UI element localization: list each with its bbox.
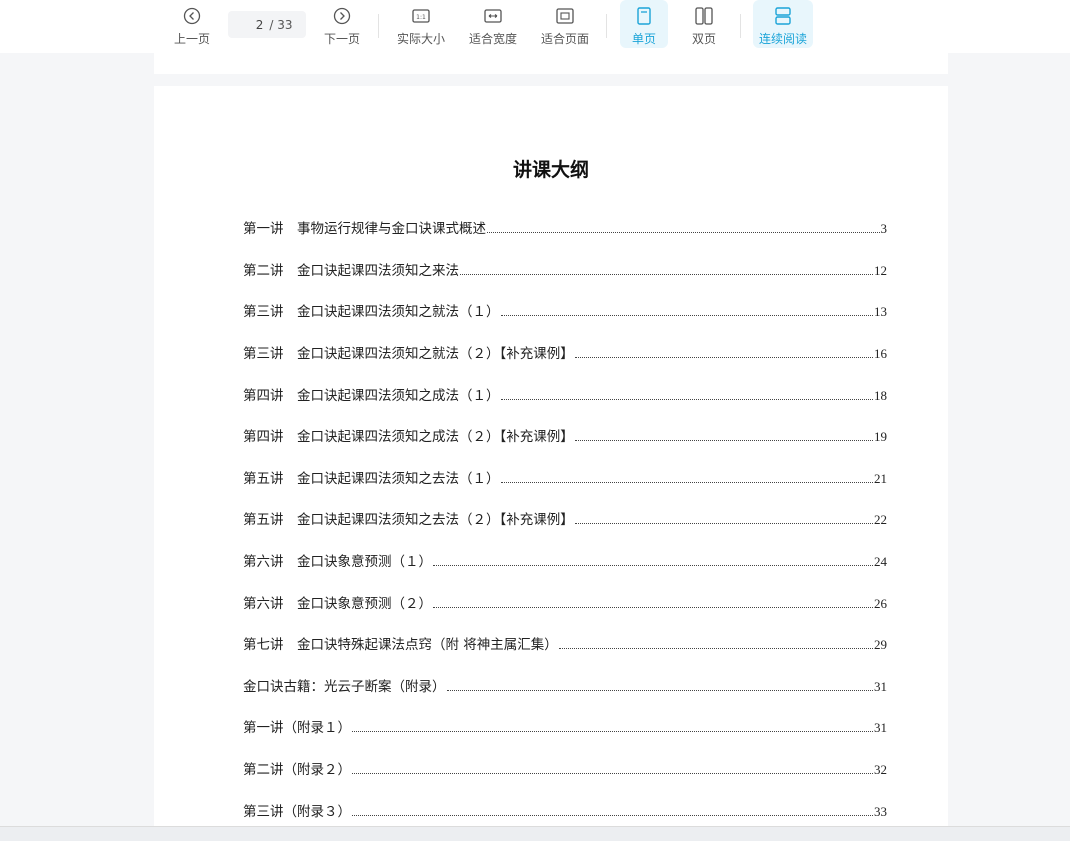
double-page-label: 双页 xyxy=(691,32,716,46)
page-number-box: / 33 xyxy=(228,11,306,38)
total-pages: / 33 xyxy=(269,17,293,32)
toc-dot-leader xyxy=(574,522,873,524)
fit-width-icon xyxy=(483,6,503,26)
toc-dot-leader xyxy=(487,231,880,233)
chevron-left-circle-icon xyxy=(182,6,202,26)
prev-page-label: 上一页 xyxy=(173,32,210,46)
toc-entry-label: 第六讲 金口诀象意预测（１） xyxy=(243,554,432,570)
toc-entry-page-number: 3 xyxy=(880,221,888,236)
double-page-icon xyxy=(694,6,714,26)
toc-dot-leader xyxy=(574,356,873,358)
toc-dot-leader xyxy=(574,439,873,441)
toc-dot-leader xyxy=(558,647,873,649)
bottom-scroll-area[interactable] xyxy=(0,826,1070,841)
reader-toolbar: 上一页 / 33 下一页 1:1 实际大小 适合宽度 适合页面 单页 xyxy=(0,0,1070,53)
toc-entry-page-number: 31 xyxy=(874,720,887,735)
toc-entry-label: 第七讲 金口诀特殊起课法点窍（附 将神主属汇集） xyxy=(243,637,558,653)
actual-size-icon: 1:1 xyxy=(411,6,431,26)
toc-entry[interactable]: 第三讲 金口诀起课四法须知之就法（１） 13 xyxy=(243,302,887,320)
actual-size-label: 实际大小 xyxy=(396,32,445,46)
page-title: 讲课大纲 xyxy=(512,159,589,181)
toc-entry-page-number: 24 xyxy=(874,554,887,569)
toc-entry[interactable]: 第七讲 金口诀特殊起课法点窍（附 将神主属汇集） 29 xyxy=(243,635,887,653)
toc-entry-page-number: 19 xyxy=(874,429,887,444)
toc-entry[interactable]: 第三讲 金口诀起课四法须知之就法（２）【补充课例】 16 xyxy=(243,344,887,362)
toc-entry-label: 第四讲 金口诀起课四法须知之成法（２）【补充课例】 xyxy=(243,429,574,445)
continuous-reading-label: 连续阅读 xyxy=(758,32,807,46)
toc-entry-label: 金口诀古籍：光云子断案（附录） xyxy=(243,679,446,695)
toc-entry[interactable]: 金口诀古籍：光云子断案（附录） 31 xyxy=(243,677,887,695)
toolbar-divider xyxy=(740,14,741,38)
toc-entry-label: 第六讲 金口诀象意预测（２） xyxy=(243,596,432,612)
next-page-button[interactable]: 下一页 xyxy=(322,0,362,48)
toc-dot-leader xyxy=(500,481,873,483)
toc-entry-label: 第三讲 金口诀起课四法须知之就法（１） xyxy=(243,304,500,320)
toc-entry-label: 第三讲（附录３） xyxy=(243,804,351,820)
toc-entry-page-number: 22 xyxy=(874,512,887,527)
fit-page-icon xyxy=(555,6,575,26)
current-page-input[interactable] xyxy=(241,17,264,32)
toc-entry[interactable]: 第六讲 金口诀象意预测（２） 26 xyxy=(243,594,887,612)
toc-entry-page-number: 32 xyxy=(874,762,887,777)
svg-text:1:1: 1:1 xyxy=(416,14,426,21)
single-page-button[interactable]: 单页 xyxy=(620,0,668,48)
toc-dot-leader xyxy=(446,689,873,691)
actual-size-button[interactable]: 1:1 实际大小 xyxy=(395,0,447,48)
double-page-button[interactable]: 双页 xyxy=(682,0,726,48)
toc-entry-page-number: 33 xyxy=(874,804,887,819)
toc-entry-page-number: 26 xyxy=(874,596,887,611)
toc-entry-label: 第五讲 金口诀起课四法须知之去法（２）【补充课例】 xyxy=(243,512,574,528)
toc-entry-label: 第五讲 金口诀起课四法须知之去法（１） xyxy=(243,471,500,487)
toolbar-divider xyxy=(378,14,379,38)
fit-page-label: 适合页面 xyxy=(540,32,589,46)
toc-dot-leader xyxy=(433,606,873,608)
toc-entry-page-number: 13 xyxy=(874,304,887,319)
toolbar-divider xyxy=(606,14,607,38)
toc-entry[interactable]: 第一讲 事物运行规律与金口诀课式概述 3 xyxy=(243,219,887,237)
toc-dot-leader xyxy=(460,273,873,275)
toc-entry-page-number: 21 xyxy=(874,471,887,486)
toc-entry-page-number: 31 xyxy=(874,679,887,694)
toc-entry-label: 第一讲 事物运行规律与金口诀课式概述 xyxy=(243,221,486,237)
toc-dot-leader xyxy=(352,730,873,732)
toc-entry-label: 第二讲 金口诀起课四法须知之来法 xyxy=(243,263,459,279)
continuous-reading-button[interactable]: 连续阅读 xyxy=(753,0,813,48)
toc-entry[interactable]: 第二讲 金口诀起课四法须知之来法 12 xyxy=(243,261,887,279)
fit-width-label: 适合宽度 xyxy=(468,32,517,46)
prev-page-button[interactable]: 上一页 xyxy=(172,0,212,48)
toc-dot-leader xyxy=(500,398,873,400)
toc-entry-label: 第二讲（附录２） xyxy=(243,762,351,778)
toc-entry[interactable]: 第一讲（附录１） 31 xyxy=(243,718,887,736)
previous-page-bottom xyxy=(154,53,948,74)
single-page-label: 单页 xyxy=(631,32,656,46)
fit-page-button[interactable]: 适合页面 xyxy=(539,0,591,48)
toc-entry-page-number: 29 xyxy=(874,637,887,652)
toc-entry[interactable]: 第二讲（附录２） 32 xyxy=(243,760,887,778)
toc-entry[interactable]: 第四讲 金口诀起课四法须知之成法（１） 18 xyxy=(243,386,887,404)
toc-entry[interactable]: 第四讲 金口诀起课四法须知之成法（２）【补充课例】 19 xyxy=(243,427,887,445)
toc-entry-label: 第一讲（附录１） xyxy=(243,720,351,736)
toc-entry-page-number: 16 xyxy=(874,346,887,361)
continuous-reading-icon xyxy=(773,6,793,26)
toc-entry[interactable]: 第五讲 金口诀起课四法须知之去法（２）【补充课例】 22 xyxy=(243,510,887,528)
toc-entry-page-number: 12 xyxy=(874,263,887,278)
next-page-label: 下一页 xyxy=(323,32,360,46)
toc-entry[interactable]: 第三讲（附录３） 33 xyxy=(243,802,887,820)
toc-entry-page-number: 18 xyxy=(874,388,887,403)
toc-dot-leader xyxy=(433,564,873,566)
toc-entry[interactable]: 第五讲 金口诀起课四法须知之去法（１） 21 xyxy=(243,469,887,487)
toc-dot-leader xyxy=(352,814,873,816)
toc-entry[interactable]: 第六讲 金口诀象意预测（１） 24 xyxy=(243,552,887,570)
toc-entry-label: 第四讲 金口诀起课四法须知之成法（１） xyxy=(243,388,500,404)
toc-dot-leader xyxy=(352,772,873,774)
single-page-icon xyxy=(634,6,654,26)
toc-entry-label: 第三讲 金口诀起课四法须知之就法（２）【补充课例】 xyxy=(243,346,574,362)
chevron-right-circle-icon xyxy=(332,6,352,26)
toc-dot-leader xyxy=(500,314,873,316)
fit-width-button[interactable]: 适合宽度 xyxy=(467,0,519,48)
